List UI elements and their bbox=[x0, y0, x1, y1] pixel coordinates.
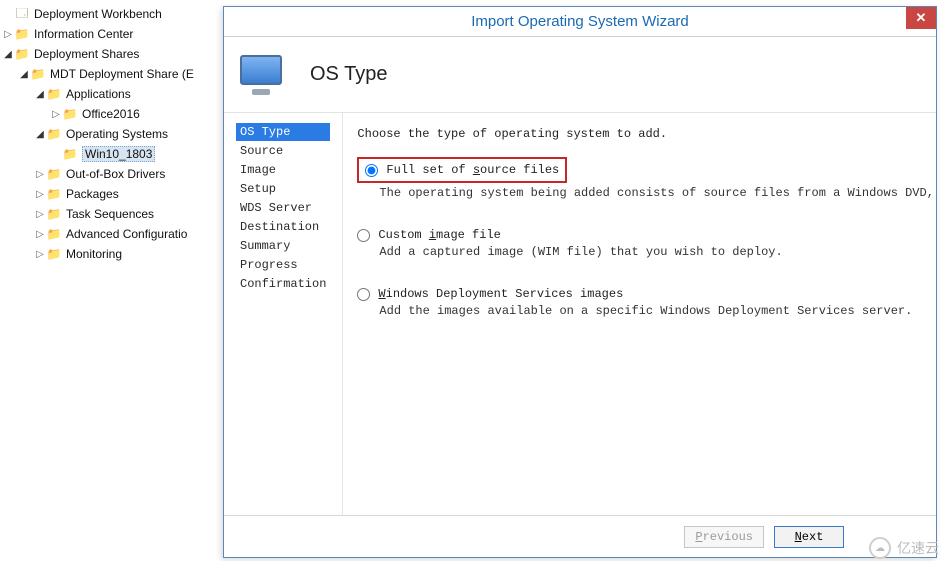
wizard-titlebar: Import Operating System Wizard ✕ bbox=[224, 7, 936, 37]
tree-item-label: Advanced Configuratio bbox=[66, 227, 187, 241]
tree-item-label: Task Sequences bbox=[66, 207, 154, 221]
os-type-radio-2[interactable] bbox=[357, 288, 370, 301]
tree-item-label: Win10_1803 bbox=[82, 146, 155, 162]
os-type-option-2[interactable]: Windows Deployment Services images bbox=[357, 287, 934, 301]
tree-item-label: MDT Deployment Share (E bbox=[50, 67, 194, 81]
wizard-step-wds-server[interactable]: WDS Server bbox=[236, 199, 330, 217]
tree-item-label: Office2016 bbox=[82, 107, 140, 121]
wizard-footer: Previous Next Cancel bbox=[224, 515, 936, 557]
os-type-option-0[interactable]: Full set of source files bbox=[357, 157, 567, 183]
os-type-label: Custom image file bbox=[378, 228, 500, 242]
folder-icon: 📁 bbox=[14, 46, 30, 62]
folder-icon: 📁 bbox=[30, 66, 46, 82]
tree-item-label: Out-of-Box Drivers bbox=[66, 167, 165, 181]
folder-icon: 📁 bbox=[46, 206, 62, 222]
wizard-header: OS Type bbox=[224, 37, 936, 113]
wizard-step-setup[interactable]: Setup bbox=[236, 180, 330, 198]
folder-icon: 📁 bbox=[46, 186, 62, 202]
collapse-icon[interactable]: ◢ bbox=[34, 89, 46, 100]
expand-icon[interactable]: ▷ bbox=[34, 229, 46, 240]
expand-icon[interactable]: ▷ bbox=[34, 189, 46, 200]
collapse-icon[interactable]: ◢ bbox=[34, 129, 46, 140]
wizard-step-progress[interactable]: Progress bbox=[236, 256, 330, 274]
tree-item-label: Deployment Shares bbox=[34, 47, 139, 61]
close-icon: ✕ bbox=[916, 10, 927, 26]
os-type-label: Full set of source files bbox=[386, 163, 559, 177]
folder-icon: 📁 bbox=[14, 26, 30, 42]
wizard-step-destination[interactable]: Destination bbox=[236, 218, 330, 236]
expand-icon[interactable]: ▷ bbox=[2, 29, 14, 40]
os-type-description: Add the images available on a specific W… bbox=[357, 304, 934, 318]
import-os-wizard: Import Operating System Wizard ✕ OS Type… bbox=[223, 6, 937, 558]
folder-icon: 📁 bbox=[46, 126, 62, 142]
collapse-icon[interactable]: ◢ bbox=[2, 49, 14, 60]
expand-icon[interactable]: ▷ bbox=[50, 109, 62, 120]
os-type-description: The operating system being added consist… bbox=[357, 186, 934, 200]
folder-icon: 📁 bbox=[46, 226, 62, 242]
folder-icon: 📁 bbox=[46, 86, 62, 102]
expand-icon[interactable]: ▷ bbox=[34, 169, 46, 180]
os-type-radio-1[interactable] bbox=[357, 229, 370, 242]
folder-icon: 📁 bbox=[62, 146, 78, 162]
wizard-step-confirmation[interactable]: Confirmation bbox=[236, 275, 330, 293]
os-type-radio-0[interactable] bbox=[365, 164, 378, 177]
collapse-icon[interactable]: ◢ bbox=[18, 69, 30, 80]
tree-item-label: Information Center bbox=[34, 27, 133, 41]
folder-icon: 📁 bbox=[62, 106, 78, 122]
wizard-step-summary[interactable]: Summary bbox=[236, 237, 330, 255]
tree-item-label: Applications bbox=[66, 87, 131, 101]
os-type-option-1[interactable]: Custom image file bbox=[357, 228, 934, 242]
wizard-body: OS TypeSourceImageSetupWDS ServerDestina… bbox=[224, 113, 936, 515]
expand-icon[interactable]: ▷ bbox=[34, 249, 46, 260]
tree-item-label: Deployment Workbench bbox=[34, 7, 162, 21]
folder-icon: 📁 bbox=[46, 246, 62, 262]
content-prompt: Choose the type of operating system to a… bbox=[357, 127, 934, 141]
os-type-label: Windows Deployment Services images bbox=[378, 287, 623, 301]
wizard-title-text: Import Operating System Wizard bbox=[471, 13, 689, 30]
computer-icon bbox=[238, 51, 286, 99]
tree-item-label: Packages bbox=[66, 187, 119, 201]
os-type-description: Add a captured image (WIM file) that you… bbox=[357, 245, 934, 259]
wizard-step-title: OS Type bbox=[310, 63, 387, 86]
workbench-icon: 🗔 bbox=[14, 6, 30, 22]
previous-button: Previous bbox=[684, 526, 764, 548]
wizard-step-source[interactable]: Source bbox=[236, 142, 330, 160]
close-button[interactable]: ✕ bbox=[906, 7, 936, 29]
wizard-step-list: OS TypeSourceImageSetupWDS ServerDestina… bbox=[224, 113, 342, 515]
wizard-step-os-type[interactable]: OS Type bbox=[236, 123, 330, 141]
tree-item-label: Operating Systems bbox=[66, 127, 168, 141]
wizard-content: Choose the type of operating system to a… bbox=[342, 113, 945, 515]
next-button[interactable]: Next bbox=[774, 526, 844, 548]
wizard-step-image[interactable]: Image bbox=[236, 161, 330, 179]
tree-item-label: Monitoring bbox=[66, 247, 122, 261]
expand-icon[interactable]: ▷ bbox=[34, 209, 46, 220]
folder-icon: 📁 bbox=[46, 166, 62, 182]
